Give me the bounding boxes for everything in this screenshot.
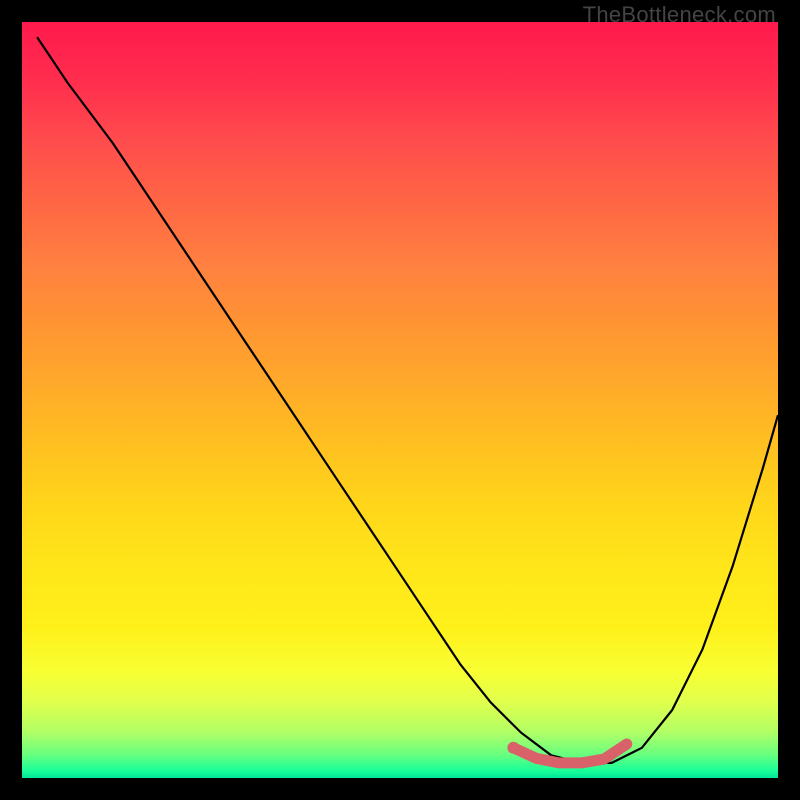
- chart-frame: TheBottleneck.com: [0, 0, 800, 800]
- marker-stroke: [513, 744, 626, 763]
- optimal-range-markers: [507, 742, 626, 763]
- bottleneck-curve: [37, 37, 778, 763]
- curve-svg: [22, 22, 778, 778]
- plot-area: [22, 22, 778, 778]
